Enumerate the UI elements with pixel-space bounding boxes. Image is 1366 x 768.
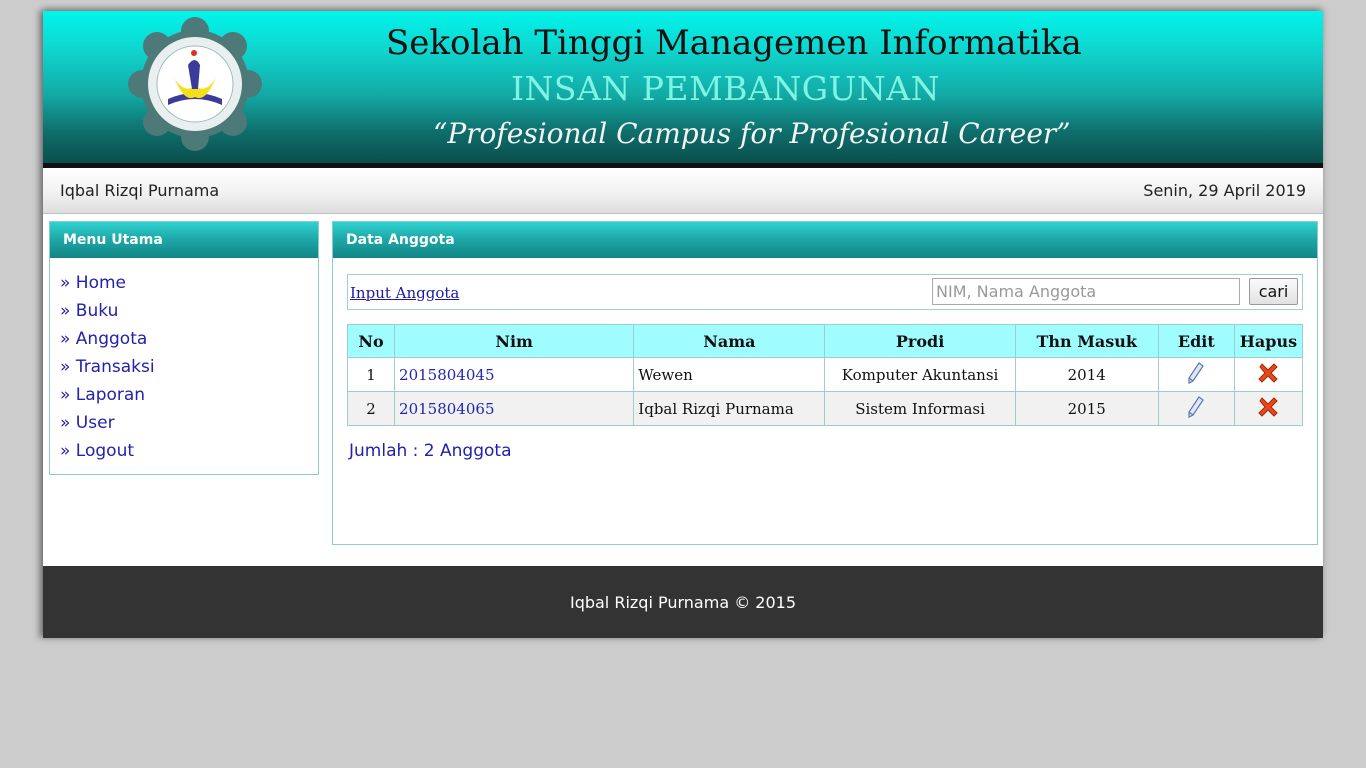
header-edit: Edit	[1157, 324, 1235, 358]
cell-nama: Wewen	[633, 357, 826, 392]
logged-in-user: Iqbal Rizqi Purnama	[60, 181, 220, 200]
sidebar-item-laporan: » Laporan	[60, 385, 318, 413]
cell-thn-masuk: 2014	[1014, 357, 1159, 392]
red-x-icon	[1258, 396, 1279, 417]
table-row: 2 2015804065 Iqbal Rizqi Purnama Sistem …	[346, 391, 1304, 426]
cell-no: 1	[346, 357, 396, 392]
cell-no: 2	[346, 391, 396, 426]
input-anggota-link[interactable]: Input Anggota	[350, 284, 459, 302]
sidebar-item-user: » User	[60, 413, 318, 441]
header-nim: Nim	[394, 324, 635, 358]
user-bar: Iqbal Rizqi Purnama Senin, 29 April 2019	[43, 168, 1323, 214]
anggota-table: No Nim Nama Prodi Thn Masuk Edit Hapus 1…	[346, 324, 1304, 426]
table-row: 1 2015804045 Wewen Komputer Akuntansi 20…	[346, 357, 1304, 392]
sidebar-item-logout: » Logout	[60, 441, 318, 469]
footer: Iqbal Rizqi Purnama © 2015	[43, 566, 1323, 638]
search-button[interactable]: cari	[1249, 278, 1298, 305]
cell-thn-masuk: 2015	[1014, 391, 1159, 426]
red-x-icon	[1258, 362, 1279, 383]
sidebar-item-anggota: » Anggota	[60, 329, 318, 357]
sidebar-link-transaksi[interactable]: » Transaksi	[60, 357, 155, 377]
sidebar-item-home: » Home	[60, 273, 318, 301]
cell-prodi: Komputer Akuntansi	[824, 357, 1016, 392]
sidebar-link-logout[interactable]: » Logout	[60, 441, 134, 461]
sidebar-link-anggota[interactable]: » Anggota	[60, 329, 147, 349]
search-input[interactable]	[932, 278, 1240, 305]
cell-nim-link[interactable]: 2015804065	[394, 391, 635, 426]
sidebar-link-home[interactable]: » Home	[60, 273, 126, 293]
footer-copyright: Iqbal Rizqi Purnama © 2015	[569, 593, 797, 612]
sidebar-list: » Home » Buku » Anggota » Transaksi » La…	[50, 258, 318, 469]
institution-slogan: “Profesional Campus for Profesional Care…	[433, 117, 1071, 150]
edit-button[interactable]	[1157, 391, 1235, 426]
delete-button[interactable]	[1233, 391, 1304, 426]
sidebar-link-user[interactable]: » User	[60, 413, 115, 433]
institution-title: Sekolah Tinggi Managemen Informatika	[386, 23, 1082, 63]
sidebar-item-transaksi: » Transaksi	[60, 357, 318, 385]
header-banner: Sekolah Tinggi Managemen Informatika INS…	[43, 11, 1323, 163]
header-prodi: Prodi	[824, 324, 1016, 358]
edit-button[interactable]	[1157, 357, 1235, 392]
sidebar-title: Menu Utama	[50, 222, 318, 258]
cell-nim-link[interactable]: 2015804045	[394, 357, 635, 392]
sidebar-menu: Menu Utama » Home » Buku » Anggota » Tra…	[49, 221, 319, 475]
header-hapus: Hapus	[1233, 324, 1304, 358]
main-content: Data Anggota Input Anggota cari No Nim N…	[332, 221, 1318, 545]
header-thn-masuk: Thn Masuk	[1014, 324, 1159, 358]
campus-logo	[128, 17, 262, 151]
cell-prodi: Sistem Informasi	[824, 391, 1016, 426]
page-wrapper: Sekolah Tinggi Managemen Informatika INS…	[43, 11, 1323, 638]
delete-button[interactable]	[1233, 357, 1304, 392]
member-count: Jumlah : 2 Anggota	[349, 441, 512, 461]
sidebar-link-laporan[interactable]: » Laporan	[60, 385, 145, 405]
table-header-row: No Nim Nama Prodi Thn Masuk Edit Hapus	[346, 324, 1304, 358]
institution-subtitle: INSAN PEMBANGUNAN	[511, 69, 941, 108]
pencil-icon	[1188, 361, 1205, 384]
header-nama: Nama	[633, 324, 826, 358]
sidebar-link-buku[interactable]: » Buku	[60, 301, 118, 321]
page-title: Data Anggota	[333, 222, 1317, 258]
sidebar-item-buku: » Buku	[60, 301, 318, 329]
toolbar: Input Anggota cari	[347, 274, 1303, 310]
header-no: No	[346, 324, 396, 358]
pencil-icon	[1188, 395, 1205, 418]
current-date: Senin, 29 April 2019	[1143, 181, 1306, 200]
cell-nama: Iqbal Rizqi Purnama	[633, 391, 826, 426]
